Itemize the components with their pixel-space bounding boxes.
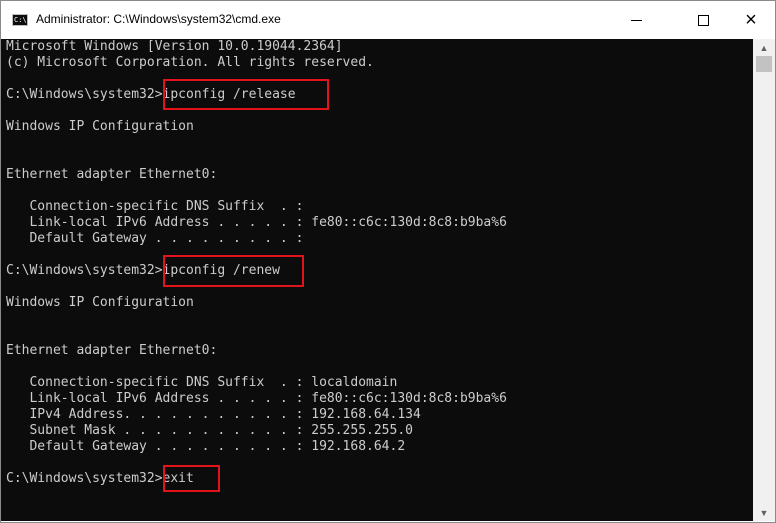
console-line: Link-local IPv6 Address . . . . . : fe80… — [6, 391, 507, 406]
console-line: Windows IP Configuration — [6, 119, 194, 134]
console-line: Connection-specific DNS Suffix . : — [6, 199, 304, 214]
maximize-button[interactable] — [680, 1, 726, 39]
cmd-app-icon[interactable]: C:\ — [12, 14, 28, 26]
console-line: IPv4 Address. . . . . . . . . . . : 192.… — [6, 407, 421, 422]
title-bar[interactable]: C:\ Administrator: C:\Windows\system32\c… — [1, 1, 775, 39]
console-line: (c) Microsoft Corporation. All rights re… — [6, 55, 374, 70]
highlight-ipconfig-release — [163, 79, 329, 110]
console-line: Ethernet adapter Ethernet0: — [6, 167, 218, 182]
console-output[interactable]: Microsoft Windows [Version 10.0.19044.23… — [1, 39, 753, 521]
window-title: Administrator: C:\Windows\system32\cmd.e… — [36, 12, 281, 26]
highlight-ipconfig-renew — [163, 255, 304, 287]
console-line: Default Gateway . . . . . . . . . : 192.… — [6, 439, 406, 454]
scroll-up-icon: ▲ — [759, 42, 769, 53]
maximize-icon — [697, 14, 709, 26]
scroll-down-button[interactable]: ▼ — [753, 504, 775, 521]
console-line: Microsoft Windows [Version 10.0.19044.23… — [6, 39, 343, 54]
minimize-button[interactable] — [613, 1, 659, 39]
console-line: Subnet Mask . . . . . . . . . . . : 255.… — [6, 423, 413, 438]
scroll-up-button[interactable]: ▲ — [753, 39, 775, 56]
console-line: Windows IP Configuration — [6, 295, 194, 310]
scrollbar-thumb[interactable] — [756, 56, 772, 72]
scroll-down-icon: ▼ — [759, 507, 769, 518]
highlight-exit — [163, 465, 220, 492]
vertical-scrollbar[interactable]: ▲ ▼ — [753, 39, 775, 521]
console-line: Connection-specific DNS Suffix . : local… — [6, 375, 398, 390]
console-line: Ethernet adapter Ethernet0: — [6, 343, 218, 358]
close-button[interactable]: × — [728, 1, 774, 39]
console-line: Default Gateway . . . . . . . . . : — [6, 231, 304, 246]
minimize-icon — [630, 19, 642, 21]
console-line: Link-local IPv6 Address . . . . . : fe80… — [6, 215, 507, 230]
close-icon: × — [745, 9, 757, 31]
cmd-icon-text: C:\ — [14, 16, 27, 24]
cmd-window: C:\ Administrator: C:\Windows\system32\c… — [0, 0, 776, 523]
